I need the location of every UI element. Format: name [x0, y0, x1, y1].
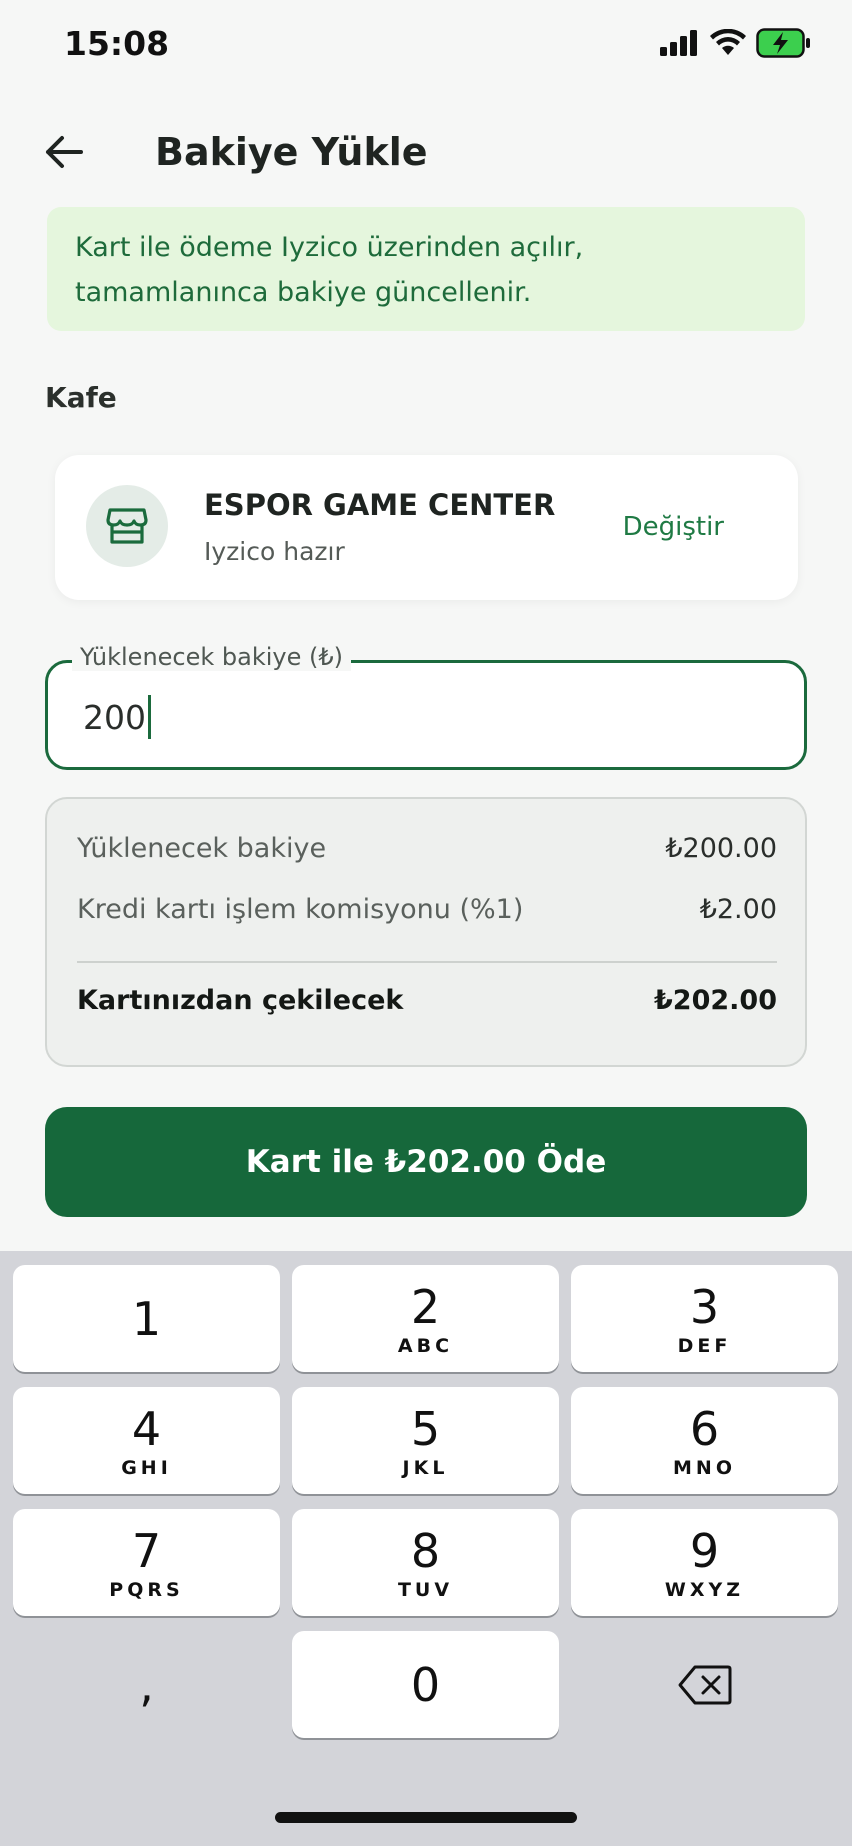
key-digit: 7: [131, 1523, 162, 1578]
amount-input-value: 200: [83, 697, 146, 737]
wifi-icon: [710, 29, 746, 55]
amount-input[interactable]: 200: [83, 691, 763, 743]
cafe-name: ESPOR GAME CENTER: [204, 488, 556, 522]
status-icons: [660, 28, 812, 58]
key-5[interactable]: 5 JKL: [292, 1387, 559, 1494]
key-comma[interactable]: ,: [13, 1631, 280, 1738]
key-letters: DEF: [677, 1334, 732, 1357]
summary-row-label: Kredi kartı işlem komisyonu (%1): [77, 894, 524, 925]
key-digit: 9: [689, 1523, 720, 1578]
key-digit: 1: [131, 1291, 162, 1346]
key-digit: ,: [139, 1657, 154, 1712]
key-digit: 6: [689, 1401, 720, 1456]
backspace-key[interactable]: [571, 1631, 838, 1738]
summary-total-row: Kartınızdan çekilecek ₺202.00: [77, 985, 777, 1016]
cafe-status: Iyzico hazır: [204, 537, 345, 566]
key-letters: TUV: [397, 1578, 454, 1601]
cafe-card: ESPOR GAME CENTER Iyzico hazır Değiştir: [55, 455, 798, 600]
key-letters: JKL: [402, 1456, 449, 1479]
pay-button[interactable]: Kart ile ₺202.00 Öde: [45, 1107, 807, 1217]
key-9[interactable]: 9 WXYZ: [571, 1509, 838, 1616]
cafe-avatar: [86, 485, 168, 567]
summary-total-label: Kartınızdan çekilecek: [77, 985, 404, 1016]
backspace-icon: [678, 1665, 731, 1704]
amount-field-label: Yüklenecek bakiye (₺): [72, 643, 352, 671]
key-0[interactable]: 0: [292, 1631, 559, 1738]
battery-charging-icon: [756, 28, 810, 58]
key-letters: GHI: [121, 1456, 172, 1479]
back-button[interactable]: [34, 122, 94, 182]
key-letters: MNO: [673, 1456, 736, 1479]
key-4[interactable]: 4 GHI: [13, 1387, 280, 1494]
key-digit: 8: [410, 1523, 441, 1578]
summary-row-value: ₺2.00: [699, 894, 777, 925]
screen: 15:08 Bakiye Yükle Kart ile ödeme Iyzico…: [0, 0, 852, 1846]
key-digit: 4: [131, 1401, 162, 1456]
summary-divider: [77, 961, 777, 963]
summary-total-value: ₺202.00: [654, 985, 777, 1016]
key-8[interactable]: 8 TUV: [292, 1509, 559, 1616]
amount-field[interactable]: Yüklenecek bakiye (₺) 200: [45, 643, 807, 770]
page-title: Bakiye Yükle: [155, 130, 428, 174]
numeric-keypad: 1 2 ABC 3 DEF 4 GHI 5 JKL 6 MNO 7 PQRS 8…: [0, 1251, 852, 1846]
key-letters: PQRS: [109, 1578, 184, 1601]
store-icon: [106, 508, 148, 544]
summary-row: Yüklenecek bakiye ₺200.00: [77, 833, 777, 864]
status-time: 15:08: [64, 24, 170, 63]
arrow-left-icon: [46, 136, 83, 168]
cafe-section-label: Kafe: [45, 381, 117, 414]
signal-icon: [660, 30, 697, 56]
info-banner-line: Kart ile ödeme Iyzico üzerinden açılır,: [75, 232, 584, 263]
key-digit: 5: [410, 1401, 441, 1456]
change-cafe-button[interactable]: Değiştir: [623, 512, 724, 542]
summary-row-value: ₺200.00: [665, 833, 777, 864]
key-digit: 2: [410, 1279, 441, 1334]
summary-row-label: Yüklenecek bakiye: [77, 833, 327, 864]
home-indicator[interactable]: [275, 1812, 577, 1823]
info-banner: Kart ile ödeme Iyzico üzerinden açılır, …: [47, 207, 805, 331]
key-6[interactable]: 6 MNO: [571, 1387, 838, 1494]
key-letters: WXYZ: [664, 1578, 745, 1601]
payment-summary: Yüklenecek bakiye ₺200.00 Kredi kartı iş…: [45, 797, 807, 1067]
key-3[interactable]: 3 DEF: [571, 1265, 838, 1372]
text-caret: [148, 695, 151, 739]
key-2[interactable]: 2 ABC: [292, 1265, 559, 1372]
key-7[interactable]: 7 PQRS: [13, 1509, 280, 1616]
key-1[interactable]: 1: [13, 1265, 280, 1372]
key-digit: 0: [410, 1657, 441, 1712]
info-banner-line: tamamlanınca bakiye güncellenir.: [75, 277, 532, 308]
summary-row: Kredi kartı işlem komisyonu (%1) ₺2.00: [77, 894, 777, 925]
key-letters: ABC: [397, 1334, 454, 1357]
key-digit: 3: [689, 1279, 720, 1334]
status-bar: 15:08: [0, 0, 852, 90]
header: Bakiye Yükle: [0, 110, 852, 200]
